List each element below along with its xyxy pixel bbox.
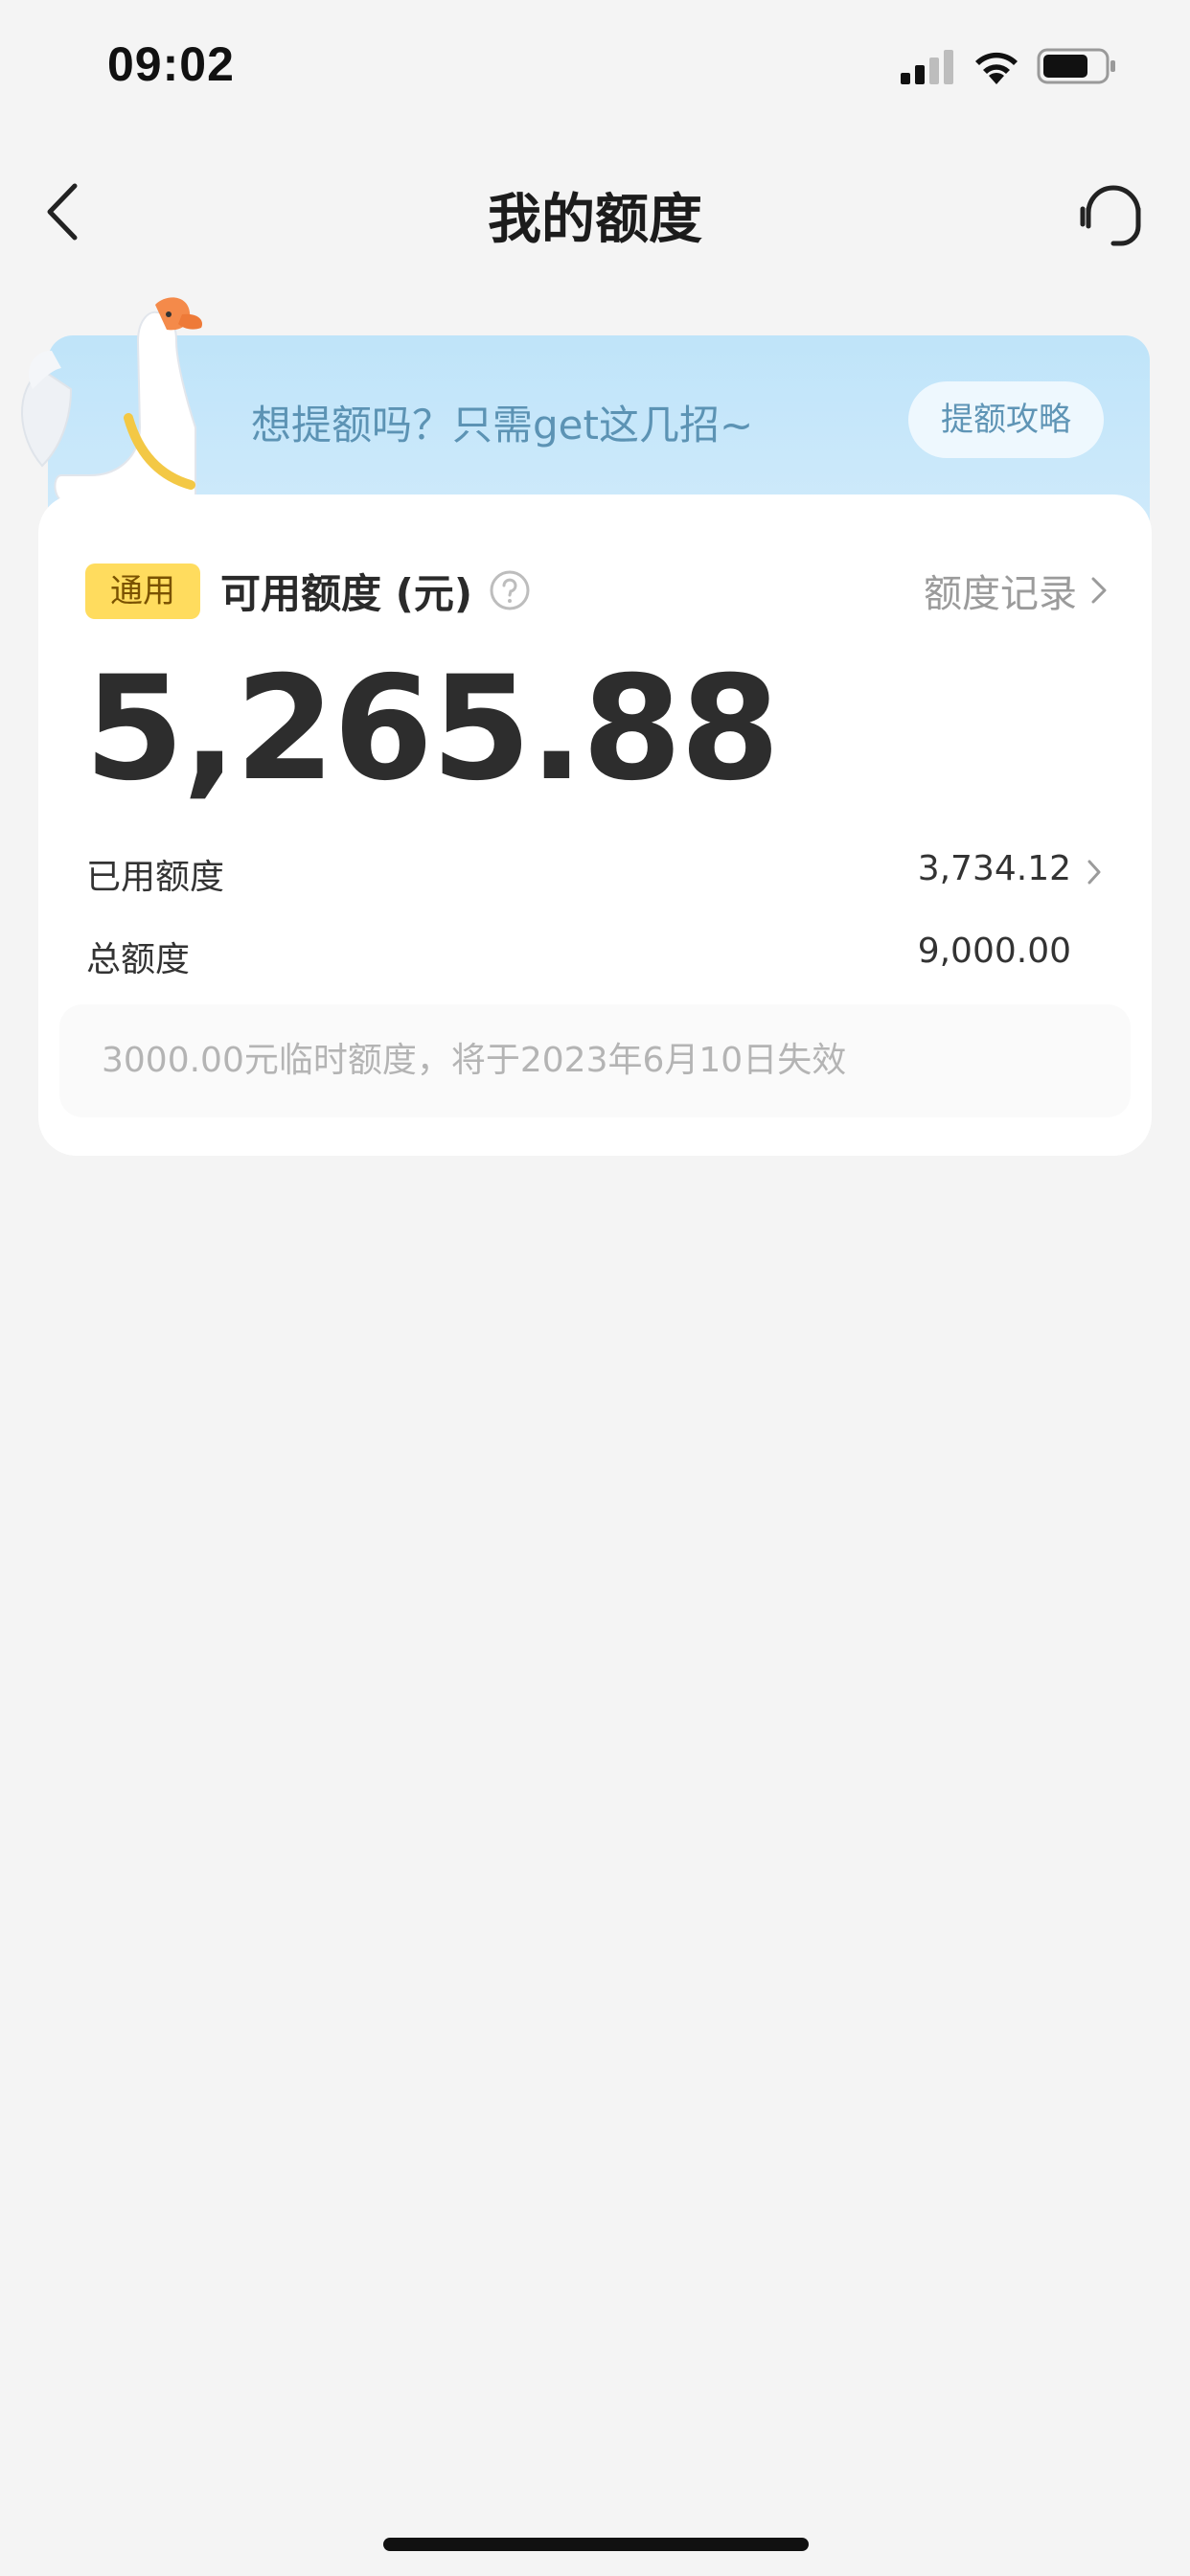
status-bar: 09:02 <box>0 0 1190 134</box>
total-quota-value: 9,000.00 <box>917 932 1071 971</box>
status-time: 09:02 <box>107 37 235 91</box>
quota-record-label: 额度记录 <box>924 572 1077 616</box>
screen: 09:02 我的额度 想提额吗？只需get这几招~ 提额攻略 通用 可用额度 (… <box>0 0 1190 2576</box>
chevron-right-icon[interactable] <box>1087 859 1102 886</box>
total-quota-label: 总额度 <box>86 940 191 979</box>
cellular-signal-icon <box>901 50 953 84</box>
general-tag-badge: 通用 <box>85 564 200 619</box>
available-amount: 5,265.88 <box>84 646 780 813</box>
temporary-quota-notice: 3000.00元临时额度，将于2023年6月10日失效 <box>59 1004 1131 1117</box>
home-indicator <box>383 2538 809 2551</box>
used-quota-value[interactable]: 3,734.12 <box>918 849 1071 888</box>
quota-card: 通用 可用额度 (元) 额度记录 5,265.88 已用额度 3,734.12 … <box>38 494 1152 1156</box>
used-quota-label: 已用额度 <box>86 858 225 897</box>
goose-mascot-image <box>21 297 203 504</box>
quota-record-link[interactable]: 额度记录 <box>924 562 1108 619</box>
available-quota-label: 可用额度 (元) <box>220 570 473 617</box>
wifi-icon <box>975 52 1018 84</box>
page-title: 我的额度 <box>488 189 702 251</box>
help-question-icon[interactable] <box>489 569 531 611</box>
battery-icon <box>1037 48 1115 84</box>
chevron-right-icon <box>1091 577 1107 604</box>
nav-bar: 我的额度 <box>0 153 1190 268</box>
customer-service-icon[interactable] <box>1077 174 1150 251</box>
raise-limit-tips-button[interactable]: 提额攻略 <box>908 381 1104 458</box>
banner-text: 想提额吗？只需get这几招~ <box>251 402 754 448</box>
